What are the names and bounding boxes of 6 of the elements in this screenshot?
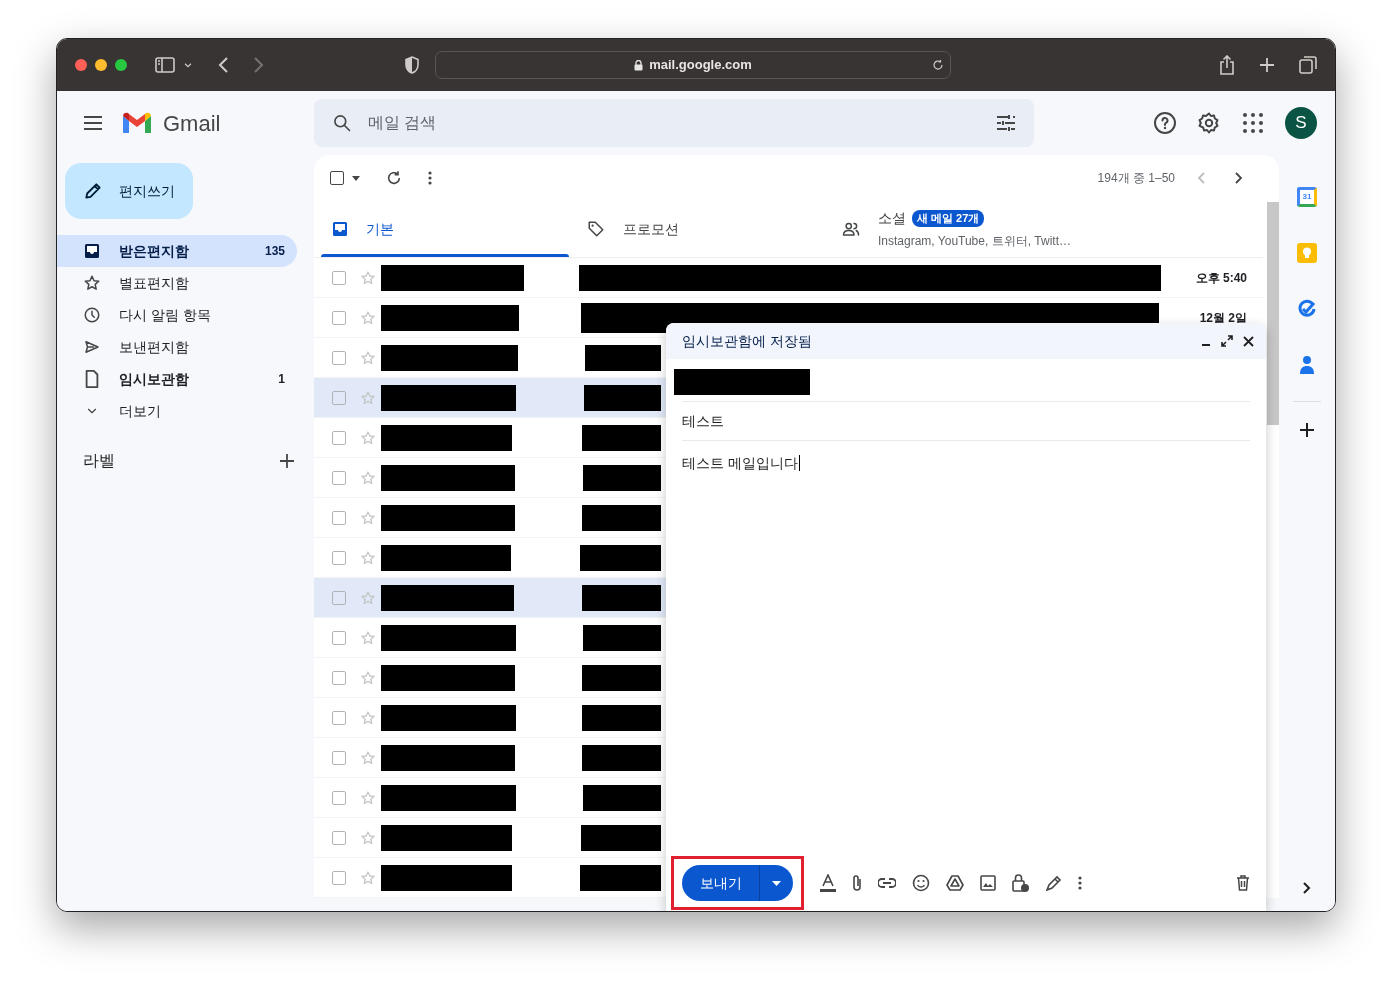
- message-time: 오후 5:40: [1195, 269, 1247, 287]
- section-title: 라벨: [83, 451, 115, 471]
- compose-header: 임시보관함에 저장됨: [666, 323, 1266, 359]
- app-name: Gmail: [163, 109, 221, 138]
- url-text: mail.google.com: [649, 56, 752, 75]
- page-range: 194개 중 1–50: [1097, 170, 1175, 187]
